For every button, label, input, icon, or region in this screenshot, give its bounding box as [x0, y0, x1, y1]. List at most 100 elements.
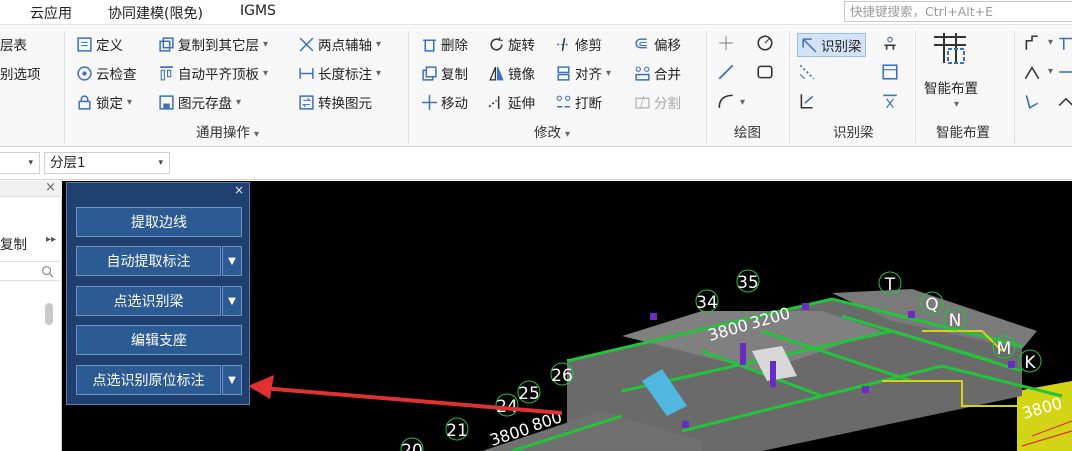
chevron-down-icon[interactable]: ▼ — [222, 365, 242, 395]
column-purple — [682, 421, 689, 428]
merge-button[interactable]: 合并 — [634, 63, 681, 83]
cloud-check-button[interactable]: 云检查 — [76, 63, 137, 83]
break-icon — [556, 95, 571, 107]
offset-button[interactable]: 偏移 — [634, 34, 681, 54]
svg-text:T: T — [884, 275, 896, 295]
extend-button[interactable]: 延伸 — [488, 92, 535, 112]
pick-identify-in-situ-annotation-button[interactable]: 点选识别原位标注 — [76, 365, 221, 395]
menu-collab-modeling[interactable]: 协同建模(限免) — [108, 3, 203, 23]
menu-cloud-app[interactable]: 云应用 — [30, 3, 72, 23]
extend-icon — [488, 95, 500, 109]
column-purple — [740, 343, 746, 365]
trim-button[interactable]: 修剪 — [555, 34, 602, 54]
column-purple — [650, 313, 657, 320]
trim-icon — [557, 37, 570, 51]
tool-icon — [1058, 97, 1072, 107]
extra-tool-1-button[interactable] — [1022, 33, 1042, 53]
chevron-down-icon[interactable]: ▾ — [376, 68, 381, 79]
chevron-down-icon[interactable]: ▾ — [236, 97, 241, 108]
beam-edit-button[interactable] — [797, 91, 817, 111]
extract-edge-button[interactable]: 提取边线 — [76, 207, 242, 237]
lock-button[interactable]: 锁定 ▾ — [76, 92, 132, 112]
chevron-down-icon[interactable]: ▾ — [606, 68, 611, 79]
rotate-icon — [490, 36, 503, 51]
smart-layout-button[interactable] — [930, 31, 980, 69]
convert-element-button[interactable]: 转换图元 — [298, 92, 372, 112]
chevron-down-icon[interactable]: ▾ — [263, 68, 268, 79]
layer-select[interactable]: 分层1 ▾ — [44, 152, 170, 174]
group-label-common-ops[interactable]: 通用操作 ▾ — [196, 121, 259, 141]
extra-tool-4-button[interactable] — [1056, 62, 1072, 82]
left-panel: × 复制 ▸▸ — [0, 180, 62, 451]
arc-draw-button[interactable] — [716, 91, 736, 111]
delete-button[interactable]: 删除 — [421, 34, 468, 54]
close-icon[interactable]: × — [45, 180, 56, 195]
chevron-down-icon[interactable]: ▾ — [254, 129, 259, 140]
edit-support-button[interactable]: 编辑支座 — [76, 325, 242, 355]
define-icon — [77, 36, 92, 52]
chevron-down-icon[interactable]: ▾ — [376, 39, 381, 50]
chevron-down-icon[interactable]: ▾ — [1048, 37, 1053, 48]
ribbon-separator — [789, 31, 790, 143]
extra-tool-3-button[interactable] — [1022, 62, 1042, 82]
chevron-down-icon[interactable]: ▼ — [222, 286, 242, 316]
rotate-point-button[interactable] — [755, 33, 775, 53]
selector-row: ▾ 分层1 ▾ — [0, 147, 1072, 180]
left-panel-copy-button[interactable]: 复制 — [0, 233, 27, 253]
left-panel-header: × — [0, 180, 62, 197]
support-icon — [884, 36, 896, 50]
pick-identify-beam-button[interactable]: 点选识别梁 — [76, 286, 221, 316]
floor-select[interactable]: ▾ — [0, 152, 40, 174]
copy-layer-icon — [159, 36, 174, 52]
auto-align-top-slab-button[interactable]: 自动平齐顶板 ▾ — [158, 63, 268, 83]
double-chevron-right-icon[interactable]: ▸▸ — [46, 234, 56, 245]
align-icon — [557, 65, 570, 81]
mirror-button[interactable]: 镜像 — [488, 63, 535, 83]
point-draw-button[interactable] — [716, 33, 736, 53]
chevron-down-icon[interactable]: ▾ — [954, 99, 959, 110]
smart-layout-label[interactable]: 智能布置 — [924, 77, 978, 97]
axis-label: 20 — [400, 437, 424, 451]
arc-icon — [718, 94, 733, 108]
beam-span-button[interactable] — [880, 91, 900, 111]
rotate-button[interactable]: 旋转 — [488, 34, 535, 54]
chevron-down-icon[interactable]: ▾ — [740, 97, 745, 108]
rect-draw-button[interactable] — [755, 62, 775, 82]
define-button[interactable]: 定义 — [76, 34, 123, 54]
beam-check-button[interactable] — [797, 62, 817, 82]
beam-table-button[interactable] — [880, 62, 900, 82]
save-element-button[interactable]: 图元存盘 ▾ — [158, 92, 241, 112]
copy-to-other-layer-button[interactable]: 复制到其它层 ▾ — [158, 34, 268, 54]
close-icon[interactable]: × — [234, 183, 244, 197]
svg-text:25: 25 — [518, 384, 540, 404]
split-button[interactable]: 分割 — [634, 92, 681, 112]
group-label-identify-beam: 识别梁 — [833, 125, 874, 141]
align-button[interactable]: 对齐 ▾ — [555, 63, 611, 83]
chevron-down-icon[interactable]: ▾ — [565, 129, 570, 140]
extra-tool-5-button[interactable] — [1022, 91, 1042, 111]
identify-beam-button[interactable]: 识别梁 — [797, 33, 866, 57]
chevron-down-icon[interactable]: ▼ — [222, 246, 242, 276]
move-button[interactable]: 移动 — [421, 92, 468, 112]
length-dimension-button[interactable]: 长度标注 ▾ — [298, 63, 381, 83]
left-panel-search-input[interactable] — [0, 261, 60, 281]
shortcut-search-input[interactable]: 快捷键搜索，Ctrl+Alt+E — [844, 1, 1072, 22]
copy-button[interactable]: 复制 — [421, 63, 468, 83]
svg-text:35: 35 — [737, 273, 759, 293]
menu-igms[interactable]: IGMS — [240, 3, 276, 19]
auto-extract-annotation-button[interactable]: 自动提取标注 — [76, 246, 221, 276]
group-label-modify[interactable]: 修改 ▾ — [534, 121, 570, 141]
extra-tool-2-button[interactable] — [1056, 33, 1072, 53]
beam-support-button[interactable] — [880, 33, 900, 53]
chevron-down-icon[interactable]: ▾ — [1048, 66, 1053, 77]
break-button[interactable]: 打断 — [555, 92, 602, 112]
identify-options-button[interactable]: 别选项 — [0, 63, 41, 83]
extra-tool-6-button[interactable] — [1056, 91, 1072, 111]
scrollbar-thumb[interactable] — [45, 303, 53, 325]
layer-table-button[interactable]: 层表 — [0, 34, 27, 54]
line-draw-button[interactable] — [716, 62, 736, 82]
chevron-down-icon[interactable]: ▾ — [127, 97, 132, 108]
two-point-axis-button[interactable]: 两点辅轴 ▾ — [298, 34, 381, 54]
chevron-down-icon[interactable]: ▾ — [263, 39, 268, 50]
ribbon-separator — [408, 31, 409, 143]
